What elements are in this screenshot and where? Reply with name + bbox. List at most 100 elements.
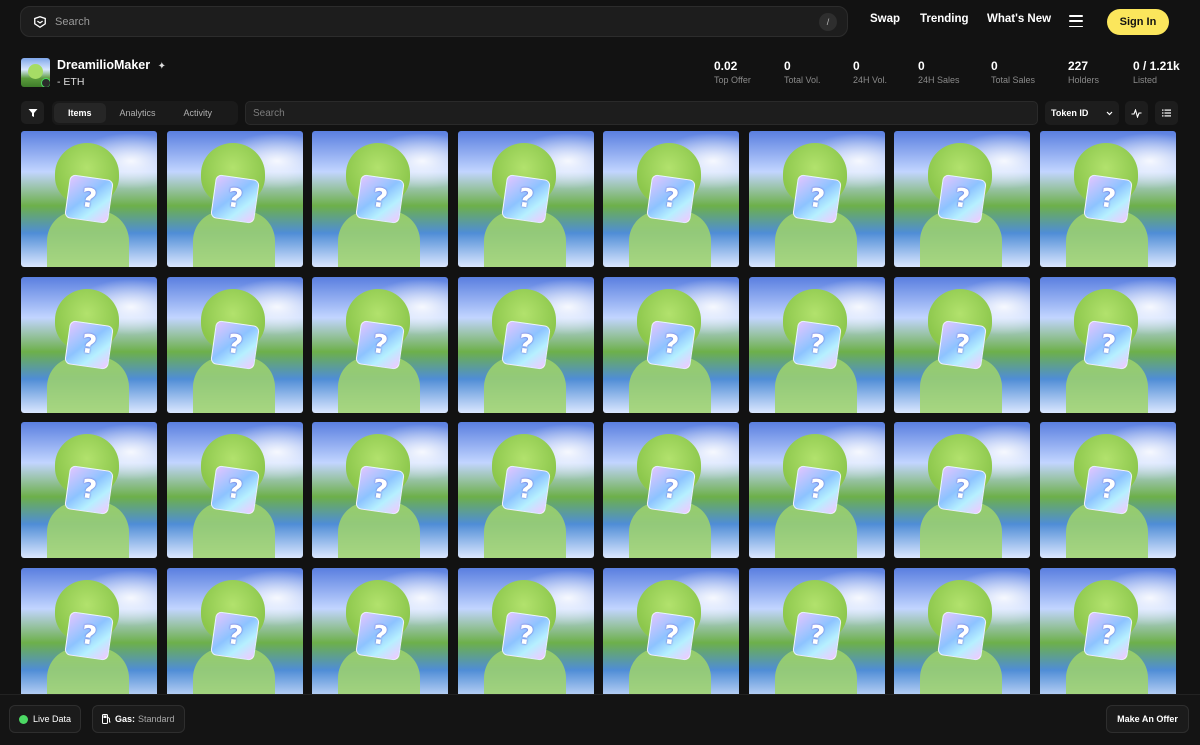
nft-card[interactable]: ? bbox=[894, 567, 1030, 704]
mystery-box-icon: ? bbox=[64, 174, 114, 224]
nav-swap[interactable]: Swap bbox=[870, 13, 900, 25]
mystery-box-icon: ? bbox=[937, 319, 987, 370]
nft-card[interactable]: ? bbox=[894, 276, 1030, 413]
live-data-button[interactable]: Live Data bbox=[9, 705, 82, 733]
mystery-box-icon: ? bbox=[500, 174, 551, 224]
sort-select[interactable]: Token ID bbox=[1045, 101, 1119, 125]
stat-label: 24H Sales bbox=[918, 75, 960, 85]
mystery-box-icon: ? bbox=[1082, 319, 1133, 370]
nft-card[interactable]: ? bbox=[748, 131, 885, 267]
mystery-box-icon: ? bbox=[937, 465, 987, 515]
nft-card[interactable]: ? bbox=[457, 131, 594, 267]
items-search-input[interactable] bbox=[253, 107, 1037, 119]
nft-card[interactable]: ? bbox=[603, 276, 739, 413]
nft-card[interactable]: ? bbox=[312, 131, 448, 267]
nft-card[interactable]: ? bbox=[21, 422, 157, 558]
nft-card[interactable]: ? bbox=[21, 131, 157, 267]
nft-card[interactable]: ? bbox=[312, 276, 448, 413]
chain-badge-icon bbox=[41, 78, 50, 87]
mystery-box-icon: ? bbox=[1082, 465, 1133, 515]
stat-label: Listed bbox=[1133, 75, 1158, 85]
nft-card[interactable]: ? bbox=[1039, 422, 1176, 558]
mystery-box-icon: ? bbox=[646, 174, 696, 224]
mystery-box-icon: ? bbox=[355, 610, 405, 661]
nft-card[interactable]: ? bbox=[748, 276, 885, 413]
nft-card[interactable]: ? bbox=[457, 567, 594, 704]
stat-label: Top Offer bbox=[714, 75, 751, 85]
nft-card[interactable]: ? bbox=[21, 276, 157, 413]
filter-icon bbox=[28, 108, 37, 117]
magic-eden-logo-icon bbox=[34, 15, 46, 28]
collection-chain: - ETH bbox=[57, 76, 85, 88]
stat-value: 0 bbox=[991, 59, 998, 73]
nft-card[interactable]: ? bbox=[166, 276, 303, 413]
live-data-label: Live Data bbox=[33, 714, 72, 724]
hamburger-menu-icon[interactable] bbox=[1069, 15, 1083, 27]
filter-button[interactable] bbox=[21, 101, 44, 124]
gas-pump-icon bbox=[102, 714, 111, 724]
nft-card[interactable]: ? bbox=[1039, 567, 1176, 704]
mystery-box-icon: ? bbox=[791, 319, 842, 370]
items-grid: ???????????????????????????????? bbox=[21, 131, 1179, 704]
mystery-box-icon: ? bbox=[791, 465, 842, 515]
nft-card[interactable]: ? bbox=[603, 422, 739, 558]
nft-card[interactable]: ? bbox=[603, 131, 739, 267]
nft-card[interactable]: ? bbox=[312, 567, 448, 704]
collection-name: DreamilioMaker ✦ bbox=[57, 58, 166, 72]
nft-card[interactable]: ? bbox=[894, 131, 1030, 267]
stat-value: 0 bbox=[784, 59, 791, 73]
stat-value: 0 bbox=[918, 59, 925, 73]
mystery-box-icon: ? bbox=[791, 610, 842, 661]
nft-card[interactable]: ? bbox=[894, 422, 1030, 558]
stat-24h-volume: 0 24H Vol. bbox=[853, 59, 887, 85]
mystery-box-icon: ? bbox=[646, 465, 696, 515]
nft-card[interactable]: ? bbox=[21, 567, 157, 704]
tab-analytics[interactable]: Analytics bbox=[106, 103, 170, 123]
nft-card[interactable]: ? bbox=[457, 422, 594, 558]
tab-activity[interactable]: Activity bbox=[170, 103, 227, 123]
list-icon bbox=[1162, 109, 1171, 117]
nft-card[interactable]: ? bbox=[166, 422, 303, 558]
nft-card[interactable]: ? bbox=[1039, 276, 1176, 413]
nft-card[interactable]: ? bbox=[312, 422, 448, 558]
list-view-button[interactable] bbox=[1155, 101, 1178, 125]
mystery-box-icon: ? bbox=[355, 465, 405, 515]
mystery-box-icon: ? bbox=[646, 610, 696, 661]
nft-card[interactable]: ? bbox=[166, 567, 303, 704]
nft-card[interactable]: ? bbox=[166, 131, 303, 267]
stat-listed: 0 / 1.21k Listed bbox=[1133, 59, 1180, 85]
view-tabs: Items Analytics Activity bbox=[52, 101, 238, 125]
mystery-box-icon: ? bbox=[64, 610, 114, 661]
nft-card[interactable]: ? bbox=[457, 276, 594, 413]
gas-label: Gas: bbox=[115, 714, 136, 724]
live-status-dot-icon bbox=[19, 714, 28, 724]
nft-card[interactable]: ? bbox=[748, 422, 885, 558]
stat-label: Holders bbox=[1068, 75, 1100, 85]
top-bar: Search / Swap Trending What's New Sign I… bbox=[0, 0, 1200, 44]
collection-avatar bbox=[21, 58, 50, 87]
make-offer-button[interactable]: Make An Offer bbox=[1106, 705, 1189, 733]
tab-items[interactable]: Items bbox=[54, 103, 106, 123]
search-shortcut-badge: / bbox=[819, 12, 837, 31]
mystery-box-icon: ? bbox=[209, 174, 260, 224]
nav-trending[interactable]: Trending bbox=[920, 13, 969, 25]
activity-chart-button[interactable] bbox=[1125, 101, 1148, 125]
global-search-bar[interactable]: Search / bbox=[20, 6, 848, 37]
nft-card[interactable]: ? bbox=[1039, 131, 1176, 267]
nft-card[interactable]: ? bbox=[603, 567, 739, 704]
stat-value: 0 bbox=[853, 59, 860, 73]
mystery-box-icon: ? bbox=[791, 174, 842, 224]
stat-value: 227 bbox=[1068, 59, 1089, 73]
gas-setting-button[interactable]: Gas: Standard bbox=[92, 705, 185, 733]
stat-label: Total Vol. bbox=[784, 75, 821, 85]
mystery-box-icon: ? bbox=[1082, 174, 1133, 224]
global-search-placeholder: Search bbox=[55, 15, 90, 28]
stat-value: 0.02 bbox=[714, 59, 738, 73]
stat-value: 0 / 1.21k bbox=[1133, 59, 1180, 73]
verified-icon: ✦ bbox=[157, 61, 166, 72]
sign-in-button[interactable]: Sign In bbox=[1107, 9, 1169, 35]
nav-whats-new[interactable]: What's New bbox=[987, 13, 1051, 25]
nft-card[interactable]: ? bbox=[748, 567, 885, 704]
mystery-box-icon: ? bbox=[355, 174, 405, 224]
mystery-box-icon: ? bbox=[355, 319, 405, 370]
